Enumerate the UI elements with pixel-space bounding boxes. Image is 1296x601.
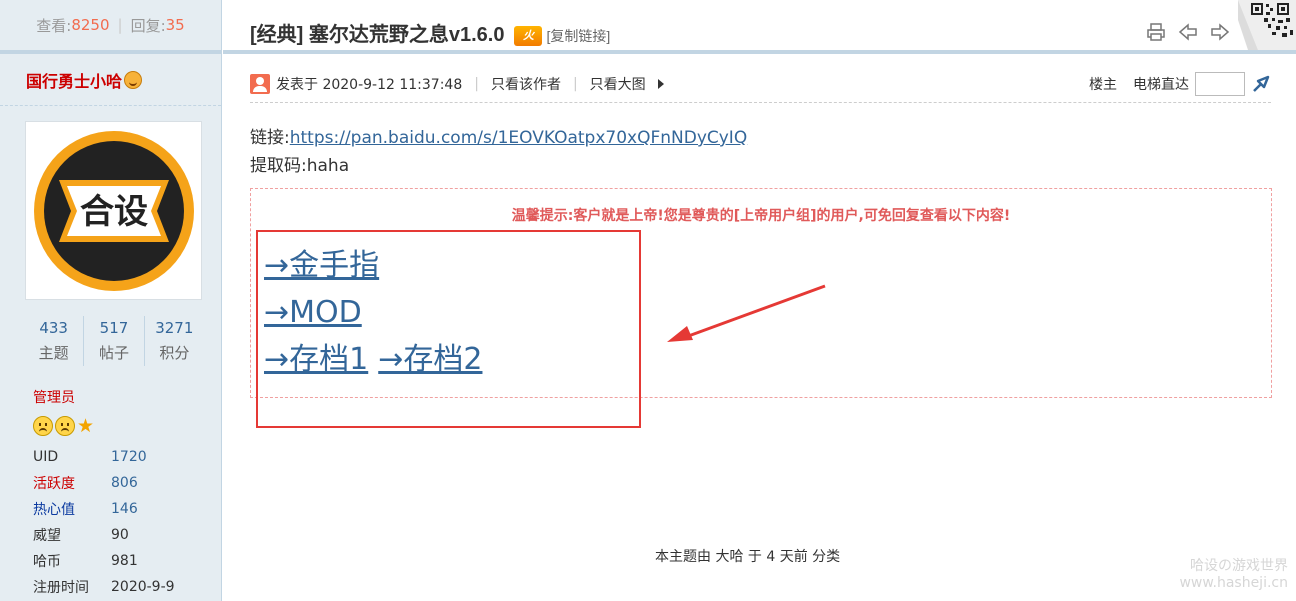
annotation-frame: [256, 230, 641, 428]
user-icon: [250, 74, 270, 94]
next-thread-icon[interactable]: [1210, 22, 1230, 42]
play-arrow-icon[interactable]: [657, 79, 664, 89]
info-key: 注册时间: [33, 580, 89, 596]
hot-badge-icon: 火: [514, 26, 543, 46]
link-line: 链接:https://pan.baidu.com/s/1EOVKOatpx70x…: [250, 124, 747, 152]
replies-count: 35: [165, 16, 185, 34]
thread-stats: 查看: 8250 | 回复: 35: [0, 0, 221, 54]
qr-code-icon[interactable]: [1238, 0, 1296, 50]
views-label: 查看:: [36, 16, 72, 35]
jump-label: 电梯直达: [1133, 77, 1189, 93]
info-key: 哈币: [33, 554, 61, 570]
svg-text:合设: 合设: [80, 192, 148, 232]
annotation-arrow-icon: [667, 284, 826, 342]
topics-count[interactable]: 433 主题: [24, 316, 83, 366]
points-label: 积分: [159, 344, 190, 362]
points-value[interactable]: 3271: [155, 319, 193, 337]
user-role[interactable]: 管理员: [33, 387, 75, 407]
points-count[interactable]: 3271 积分: [143, 316, 204, 366]
info-value: 90: [111, 527, 129, 543]
stats-divider: |: [117, 16, 123, 34]
meta-divider-line: [250, 102, 1271, 103]
info-row-uid: UID 1720: [33, 444, 175, 470]
medal-icon: [55, 416, 75, 436]
info-row-enthusiasm: 热心值 146: [33, 496, 175, 522]
floor-label: 楼主: [1089, 77, 1117, 93]
user-counts: 433 主题 517 帖子 3271 积分: [24, 316, 204, 366]
views-count: 8250: [71, 16, 110, 34]
title-tools: [1146, 22, 1230, 42]
watermark-line2: www.hasheji.cn: [1179, 575, 1288, 591]
page-title: [经典] 塞尔达荒野之息v1.6.0 火 [复制链接]: [250, 18, 610, 47]
replies-label: 回复:: [130, 16, 166, 35]
info-row-coins: 哈币 981: [33, 548, 175, 574]
posts-value[interactable]: 517: [100, 319, 129, 337]
medal-icon: [33, 416, 53, 436]
avatar-logo-icon: 合设: [33, 130, 194, 291]
notice-text: 温馨提示:客户就是上帝!您是尊贵的[上帝用户组]的用户,可免回复查看以下内容!: [511, 208, 1011, 224]
code-label: 提取码:: [250, 156, 307, 176]
info-value: 806: [111, 475, 138, 491]
watermark-line1: 哈设の游戏世界: [1190, 558, 1288, 574]
post-title-bar: [经典] 塞尔达荒野之息v1.6.0 火 [复制链接]: [223, 0, 1296, 54]
topics-label: 主题: [38, 344, 69, 362]
jump-go-icon[interactable]: [1251, 74, 1271, 94]
info-row-register-date: 注册时间 2020-9-9: [33, 574, 175, 600]
info-value: 981: [111, 553, 138, 569]
meta-divider: |: [474, 76, 479, 92]
post-time: 发表于 2020-9-12 11:37:48: [276, 77, 463, 93]
user-info-list: UID 1720 活跃度 806 热心值 146 威望 90 哈币 981 注册…: [33, 444, 175, 600]
info-row-prestige: 威望 90: [33, 522, 175, 548]
share-link[interactable]: https://pan.baidu.com/s/1EOVKOatpx70xQFn…: [290, 128, 747, 148]
topics-value[interactable]: 433: [39, 319, 68, 337]
avatar[interactable]: 合设: [25, 121, 202, 300]
thread-title: [经典] 塞尔达荒野之息v1.6.0: [250, 24, 505, 46]
only-author-link[interactable]: 只看该作者: [491, 74, 561, 94]
only-big-image-link[interactable]: 只看大图: [590, 74, 646, 94]
post-main: [经典] 塞尔达荒野之息v1.6.0 火 [复制链接] 发表于 2020-9-1…: [223, 0, 1296, 601]
info-key: UID: [33, 449, 59, 465]
author-sidebar: 查看: 8250 | 回复: 35 国行勇士小哈 合设 433 主题 517 帖…: [0, 0, 222, 601]
post-meta: 发表于 2020-9-12 11:37:48 | 只看该作者 | 只看大图 楼主…: [250, 72, 1271, 96]
info-key: 热心值: [33, 502, 75, 518]
info-value: 146: [111, 501, 138, 517]
user-rank-icons: ★: [33, 416, 94, 436]
print-icon[interactable]: [1146, 22, 1166, 42]
floor-controls: 楼主 电梯直达: [1073, 72, 1271, 96]
info-key: 威望: [33, 528, 61, 544]
author-name-row[interactable]: 国行勇士小哈: [0, 54, 221, 106]
face-emoji-icon: [124, 70, 143, 89]
classify-note: 本主题由 大哈 于 4 天前 分类: [655, 549, 841, 565]
info-row-activity: 活跃度 806: [33, 470, 175, 496]
site-watermark: 哈设の游戏世界 www.hasheji.cn: [1179, 558, 1288, 592]
info-key: 活跃度: [33, 476, 75, 492]
star-icon: ★: [77, 415, 95, 437]
post-body: 链接:https://pan.baidu.com/s/1EOVKOatpx70x…: [250, 124, 747, 180]
posts-label: 帖子: [98, 344, 129, 362]
info-value: 2020-9-9: [111, 579, 175, 595]
info-value[interactable]: 1720: [111, 449, 147, 465]
posts-count[interactable]: 517 帖子: [83, 316, 143, 366]
meta-divider: |: [572, 76, 578, 92]
code-value: haha: [306, 156, 350, 176]
code-line: 提取码:haha: [250, 152, 747, 180]
author-name[interactable]: 国行勇士小哈: [26, 68, 122, 92]
copy-link-button[interactable]: [复制链接]: [546, 28, 610, 44]
link-label: 链接:: [250, 128, 290, 148]
floor-jump-input[interactable]: [1195, 72, 1245, 96]
prev-thread-icon[interactable]: [1178, 22, 1198, 42]
